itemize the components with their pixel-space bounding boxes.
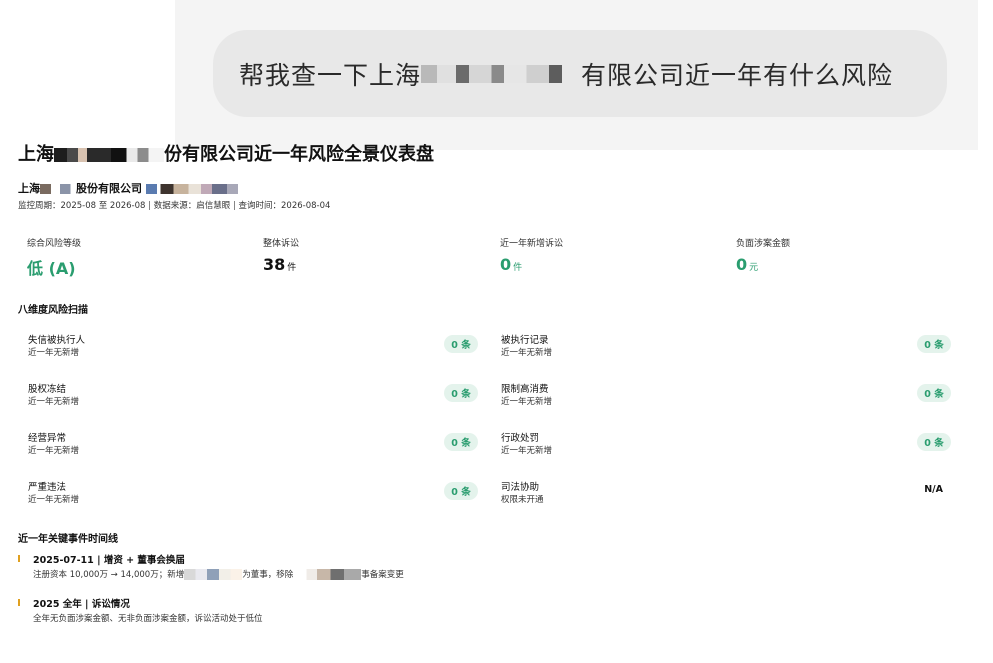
- redacted-text: [293, 569, 362, 580]
- company-mid: 股份有限公司: [76, 182, 142, 195]
- risk-item-abnormal-operation: 经营异常 近一年无新增 0 条: [18, 430, 478, 460]
- company-name: 上海 股份有限公司: [18, 180, 238, 196]
- query-time: 查询时间：2026-08-04: [238, 201, 331, 211]
- metric-number: 0: [500, 255, 512, 274]
- count-badge: 0 条: [444, 335, 478, 353]
- metric-number: 0: [736, 255, 748, 274]
- separator: |: [148, 201, 152, 211]
- metric-unit: 件: [513, 263, 523, 273]
- timeline-desc: 全年无负面涉案金额、无非负面涉案金额，诉讼活动处于低位: [33, 614, 263, 624]
- data-source: 数据来源：启信慧眼: [153, 201, 231, 211]
- risk-name: 行政处罚: [501, 433, 540, 444]
- dashboard-title: 上海 份有限公司近一年风险全景仪表盘: [18, 140, 434, 166]
- timeline-title: 2025-07-11 | 增资 + 董事会换届: [33, 555, 185, 566]
- redacted-text: [145, 184, 238, 194]
- metric-risk-level: 综合风险等级 低 (A): [27, 236, 81, 279]
- count-badge: 0 条: [444, 482, 478, 500]
- risk-item-enforcement: 被执行记录 近一年无新增 0 条: [491, 332, 951, 362]
- timeline-title: 2025 全年 | 诉讼情况: [33, 599, 130, 610]
- count-badge: 0 条: [444, 384, 478, 402]
- risk-item-equity-freeze: 股权冻结 近一年无新增 0 条: [18, 381, 478, 411]
- separator: |: [232, 201, 236, 211]
- section-title-timeline: 近一年关键事件时间线: [18, 534, 118, 545]
- risk-sub: 近一年无新增: [28, 397, 80, 407]
- metric-negative-amount: 负面涉案金额 0元: [736, 236, 790, 274]
- timeline-marker: [18, 555, 20, 562]
- risk-name: 严重违法: [28, 482, 67, 493]
- risk-name: 司法协助: [501, 482, 540, 493]
- timeline-item: 2025 全年 | 诉讼情况 全年无负面涉案金额、无非负面涉案金额，诉讼活动处于…: [18, 596, 618, 626]
- metric-value: 38 件: [263, 255, 299, 274]
- user-message-suffix: 有限公司近一年有什么风险: [581, 60, 894, 90]
- timeline-desc-part: 为董事，移除: [242, 570, 294, 580]
- count-badge: 0 条: [917, 433, 951, 451]
- risk-name: 股权冻结: [28, 384, 67, 395]
- user-message-bubble: 帮我查一下上海 有限公司近一年有什么风险: [213, 30, 947, 117]
- metric-total-litigation: 整体诉讼 38 件: [263, 236, 299, 274]
- redacted-text: [184, 569, 243, 580]
- count-badge: 0 条: [917, 335, 951, 353]
- metric-label: 综合风险等级: [27, 239, 82, 249]
- risk-sub: 近一年无新增: [501, 348, 553, 358]
- timeline-desc-part: 事备案变更: [361, 570, 404, 580]
- redacted-text: [421, 64, 582, 83]
- metric-label: 整体诉讼: [263, 239, 300, 249]
- metric-unit: 元: [749, 263, 759, 273]
- risk-sub: 近一年无新增: [28, 446, 80, 456]
- risk-item-serious-violation: 严重违法 近一年无新增 0 条: [18, 479, 478, 509]
- count-badge: 0 条: [917, 384, 951, 402]
- redacted-text: [40, 184, 76, 194]
- metric-number: 38: [263, 255, 286, 274]
- risk-item-dishonest: 失信被执行人 近一年无新增 0 条: [18, 332, 478, 362]
- risk-sub: 近一年无新增: [28, 495, 80, 505]
- metric-unit: 件: [287, 263, 297, 273]
- timeline-item: 2025-07-11 | 增资 + 董事会换届 注册资本 10,000万 → 1…: [18, 552, 618, 582]
- timeline-desc-part: 注册资本 10,000万 → 14,000万；新增: [33, 570, 185, 580]
- timeline-marker: [18, 599, 20, 606]
- title-prefix: 上海: [18, 144, 54, 165]
- timeline-desc: 注册资本 10,000万 → 14,000万；新增 为董事，移除 事备案变更: [33, 568, 404, 580]
- metric-label: 近一年新增诉讼: [500, 239, 564, 249]
- company-prefix: 上海: [18, 182, 40, 195]
- risk-name: 被执行记录: [501, 335, 549, 346]
- status-value: N/A: [924, 484, 943, 495]
- metric-label: 负面涉案金额: [736, 239, 791, 249]
- metric-value: 低 (A): [27, 255, 81, 279]
- metric-value: 0件: [500, 255, 563, 274]
- risk-sub: 近一年无新增: [501, 397, 553, 407]
- section-title-risk-scan: 八维度风险扫描: [18, 305, 88, 316]
- risk-name: 失信被执行人: [28, 335, 86, 346]
- metric-number: 低 (A): [27, 259, 76, 278]
- monitor-period: 监控周期：2025-08 至 2026-08: [18, 201, 146, 211]
- risk-name: 经营异常: [28, 433, 67, 444]
- risk-sub: 近一年无新增: [501, 446, 553, 456]
- risk-item-consumption-limit: 限制高消费 近一年无新增 0 条: [491, 381, 951, 411]
- redacted-text: [54, 148, 164, 162]
- risk-item-admin-penalty: 行政处罚 近一年无新增 0 条: [491, 430, 951, 460]
- metric-new-litigation: 近一年新增诉讼 0件: [500, 236, 563, 274]
- title-suffix: 份有限公司近一年风险全景仪表盘: [164, 144, 434, 165]
- risk-sub: 权限未开通: [501, 495, 544, 505]
- count-badge: 0 条: [444, 433, 478, 451]
- meta-line: 监控周期：2025-08 至 2026-08 | 数据来源：启信慧眼 | 查询时…: [18, 199, 330, 211]
- risk-name: 限制高消费: [501, 384, 549, 395]
- risk-item-judicial-assistance: 司法协助 权限未开通 N/A: [491, 479, 951, 509]
- risk-sub: 近一年无新增: [28, 348, 80, 358]
- user-message-prefix: 帮我查一下上海: [239, 60, 422, 90]
- metric-value: 0元: [736, 255, 790, 274]
